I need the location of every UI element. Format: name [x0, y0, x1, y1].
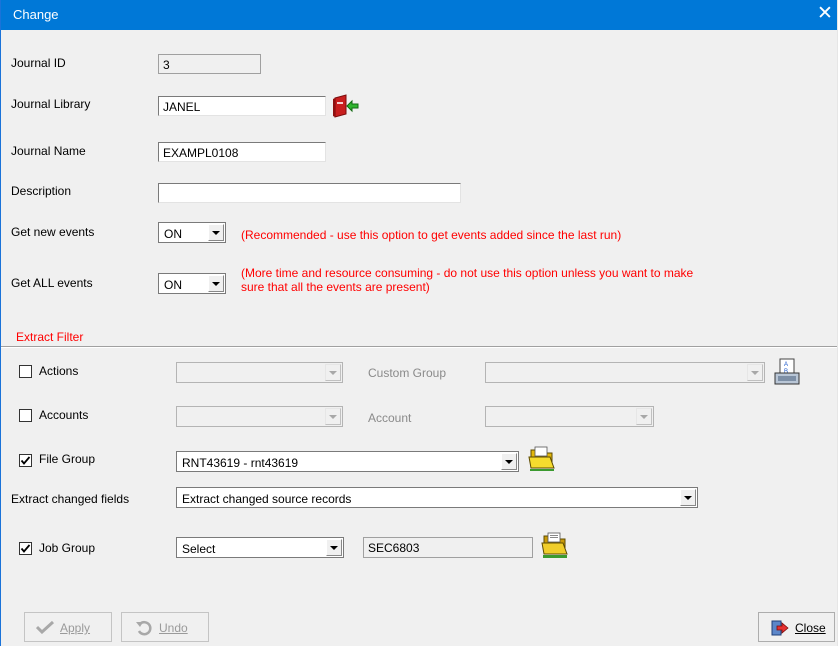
custom-group-select[interactable]: [485, 362, 765, 383]
custom-group-label: Custom Group: [368, 366, 447, 380]
chevron-down-icon[interactable]: [208, 224, 224, 241]
chevron-down-icon[interactable]: [208, 275, 224, 292]
accounts-select[interactable]: [176, 406, 343, 427]
close-button[interactable]: Close: [758, 612, 835, 642]
get-new-events-value: ON: [164, 227, 182, 241]
file-group-value: RNT43619 - rnt43619: [182, 456, 299, 470]
file-group-select[interactable]: RNT43619 - rnt43619: [176, 451, 519, 472]
chevron-down-icon[interactable]: [636, 408, 652, 425]
undo-label: Undo: [159, 621, 188, 635]
apply-button[interactable]: Apply: [24, 612, 112, 642]
chevron-down-icon[interactable]: [325, 408, 341, 425]
accounts-label[interactable]: Accounts: [39, 408, 88, 422]
journal-id-field: 3: [158, 54, 261, 74]
get-all-events-note-line1: (More time and resource consuming - do n…: [241, 266, 694, 280]
journal-library-label: Journal Library: [11, 97, 91, 111]
undo-button[interactable]: Undo: [121, 612, 209, 642]
svg-text:A: A: [784, 362, 788, 368]
apply-label: Apply: [60, 621, 91, 635]
description-label: Description: [11, 184, 72, 198]
exit-door-icon: [771, 620, 789, 639]
undo-icon: [136, 620, 154, 639]
chevron-down-icon[interactable]: [747, 364, 763, 381]
journal-id-label: Journal ID: [11, 56, 66, 70]
get-all-events-value: ON: [164, 278, 182, 292]
get-new-events-note: (Recommended - use this option to get ev…: [241, 228, 622, 242]
chevron-down-icon[interactable]: [326, 539, 342, 556]
extract-changed-fields-label: Extract changed fields: [11, 492, 130, 506]
chevron-down-icon[interactable]: [501, 453, 517, 470]
actions-select[interactable]: [176, 362, 343, 383]
get-new-events-select[interactable]: ON: [158, 222, 226, 243]
file-group-folder-icon[interactable]: [528, 446, 556, 475]
description-field[interactable]: [158, 183, 461, 203]
actions-label[interactable]: Actions: [39, 364, 78, 378]
sort-criteria-icon[interactable]: A B: [774, 358, 800, 389]
accounts-checkbox[interactable]: [19, 409, 32, 422]
journal-name-field[interactable]: EXAMPL0108: [158, 142, 326, 162]
check-icon: [20, 456, 31, 465]
journal-name-label: Journal Name: [11, 144, 86, 158]
file-group-label[interactable]: File Group: [39, 452, 95, 466]
close-label: Close: [795, 621, 826, 635]
job-group-label[interactable]: Job Group: [39, 541, 95, 555]
close-window-icon[interactable]: ✕: [815, 3, 835, 25]
window-title: Change: [13, 7, 59, 22]
account-select[interactable]: [485, 406, 654, 427]
job-group-folder-icon[interactable]: [541, 532, 569, 563]
chevron-down-icon[interactable]: [325, 364, 341, 381]
job-group-select-value: Select: [182, 542, 216, 556]
library-lookup-icon[interactable]: [333, 94, 359, 121]
title-bar[interactable]: Change ✕: [1, 0, 837, 30]
file-group-checkbox[interactable]: [19, 454, 32, 467]
extract-filter-title: Extract Filter: [16, 330, 84, 344]
account-label: Account: [368, 411, 412, 425]
job-group-checkbox[interactable]: [19, 542, 32, 555]
get-all-events-select[interactable]: ON: [158, 273, 226, 294]
get-all-events-label: Get ALL events: [11, 276, 93, 290]
checkmark-icon: [35, 620, 55, 637]
journal-library-field[interactable]: JANEL: [158, 96, 326, 116]
check-icon: [20, 544, 31, 553]
section-divider: [1, 346, 837, 348]
chevron-down-icon[interactable]: [680, 489, 696, 506]
job-group-select[interactable]: Select: [176, 537, 344, 558]
get-all-events-note-line2: sure that all the events are present): [241, 280, 430, 294]
get-new-events-label: Get new events: [11, 225, 95, 239]
extract-changed-fields-value: Extract changed source records: [182, 492, 352, 506]
change-dialog: Change ✕ Journal ID 3 Journal Library JA…: [0, 0, 838, 646]
job-group-field: SEC6803: [363, 537, 533, 558]
actions-checkbox[interactable]: [19, 365, 32, 378]
extract-changed-fields-select[interactable]: Extract changed source records: [176, 487, 698, 508]
